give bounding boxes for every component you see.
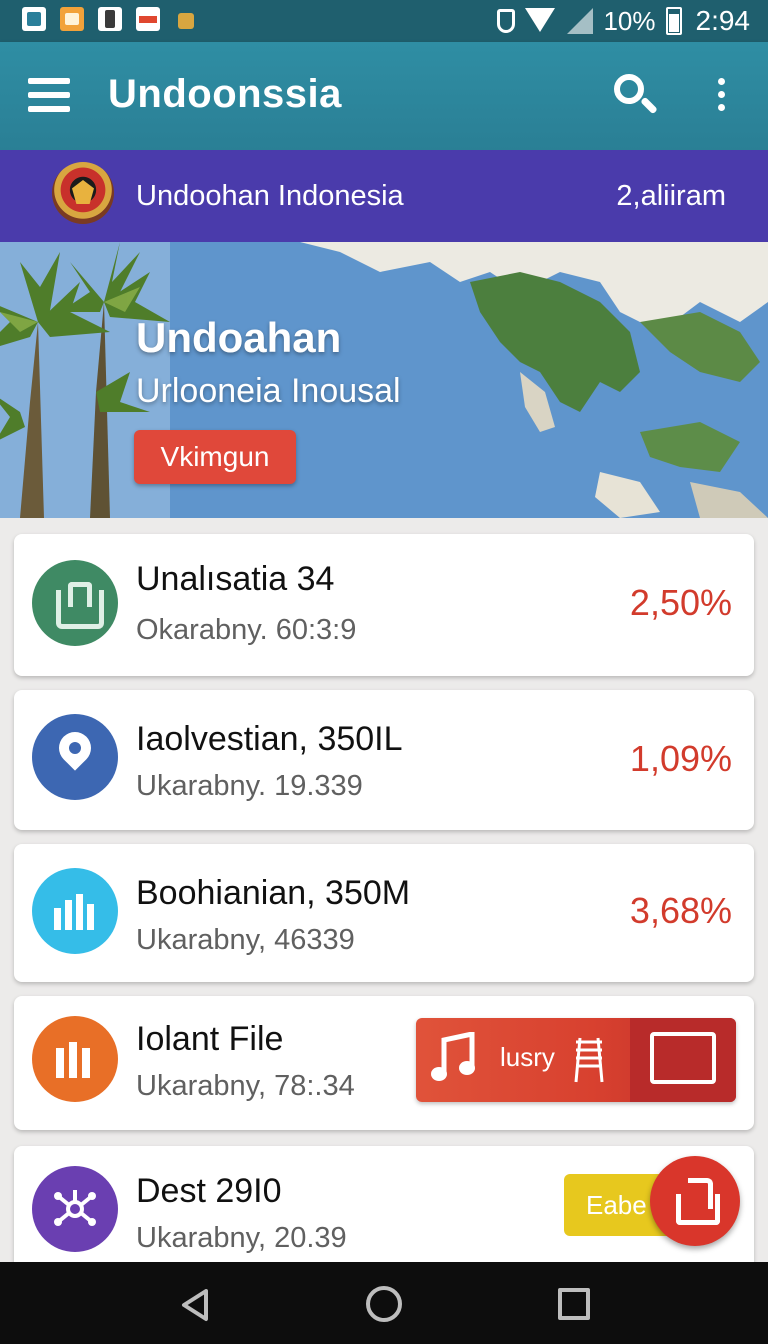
columns-icon — [32, 1016, 118, 1102]
hero-banner: Undoahan Urlooneia Inousal Vkimgun — [0, 242, 768, 518]
mail-notification-icon — [60, 7, 84, 31]
card-title: Iolant File — [136, 1020, 284, 1058]
card-title: Boohianian, 350M — [136, 874, 411, 912]
media-label: lusry — [500, 1042, 555, 1072]
image-notification-icon — [22, 7, 46, 31]
calendar-icon — [630, 1018, 736, 1102]
card-title: Iaolvestian, 350IL — [136, 720, 403, 758]
battery-icon — [665, 7, 682, 35]
back-icon[interactable] — [180, 1288, 210, 1322]
bar-chart-icon — [32, 868, 118, 954]
hero-action-button[interactable]: Vkimgun — [134, 430, 296, 484]
more-options-icon[interactable] — [712, 78, 732, 114]
search-icon[interactable] — [612, 72, 658, 118]
home-icon[interactable] — [366, 1286, 402, 1322]
app-title: Undoonssia — [108, 72, 342, 116]
clock: 2:94 — [695, 5, 751, 36]
signal-icon — [565, 8, 594, 34]
card-subtitle: Ukarabny, 46339 — [136, 924, 355, 956]
sub-header: Undoohan Indonesia 2,aliiram — [0, 150, 768, 242]
card-subtitle: Ukarabny, 78:.34 — [136, 1070, 355, 1102]
card-title: Dest 29I0 — [136, 1172, 282, 1210]
card-subtitle: Ukarabny, 20.39 — [136, 1222, 347, 1254]
wifi-icon — [525, 8, 555, 34]
menu-icon[interactable] — [28, 78, 70, 112]
status-bar: 10% 2:94 — [0, 0, 768, 42]
location-pin-icon — [32, 714, 118, 800]
sub-header-count: 2,aliiram — [616, 180, 726, 212]
notification-icons — [22, 7, 198, 31]
shield-icon — [497, 9, 516, 33]
card-value: 2,50% — [629, 582, 732, 623]
share-fab[interactable] — [650, 1156, 740, 1246]
recents-icon[interactable] — [558, 1288, 590, 1320]
card-subtitle: Okarabny. 60:3:9 — [136, 614, 357, 646]
media-strip[interactable]: lusry — [416, 1018, 736, 1102]
phone-notification-icon — [98, 7, 122, 31]
rack-icon — [574, 1037, 604, 1083]
battery-percent: 10% — [603, 5, 656, 36]
trash-icon — [32, 560, 118, 646]
card-value: 1,09% — [629, 738, 732, 779]
list-card[interactable]: Iaolvestian, 350IL Ukarabny. 19.339 1,09… — [14, 690, 754, 830]
music-note-icon — [431, 1032, 475, 1081]
emblem-logo — [52, 162, 114, 224]
sub-header-title: Undoohan Indonesia — [136, 180, 404, 212]
card-subtitle: Ukarabny. 19.339 — [136, 770, 363, 802]
list-card[interactable]: Unalısatia 34 Okarabny. 60:3:9 2,50% — [14, 534, 754, 676]
list-card[interactable]: Boohianian, 350M Ukarabny, 46339 3,68% — [14, 844, 754, 982]
hero-title: Undoahan — [136, 314, 342, 361]
shop-notification-icon — [174, 7, 198, 31]
card-title: Unalısatia 34 — [136, 560, 335, 598]
card-value: 3,68% — [629, 890, 732, 931]
system-indicators: 10% 2:94 — [497, 4, 750, 38]
navigation-bar — [0, 1262, 768, 1344]
app-notification-icon — [136, 7, 160, 31]
app-bar: Undoonssia — [0, 42, 768, 150]
hero-subtitle: Urlooneia Inousal — [136, 372, 401, 410]
hub-icon — [32, 1166, 118, 1252]
